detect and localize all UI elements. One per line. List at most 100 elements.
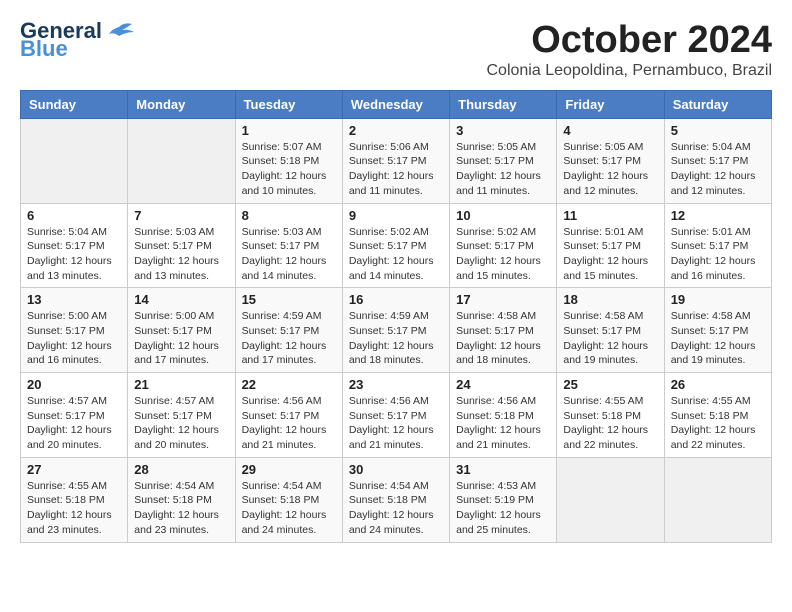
day-number: 22 [242,377,336,392]
calendar-cell: 18Sunrise: 4:58 AM Sunset: 5:17 PM Dayli… [557,288,664,373]
day-info: Sunrise: 4:59 AM Sunset: 5:17 PM Dayligh… [242,309,336,368]
calendar-week-row: 27 Sunrise: 4:55 AM Sunset: 5:18 PM Dayli… [21,457,772,542]
day-info: Sunrise: 5:02 AM Sunset: 5:17 PM Dayligh… [456,225,550,284]
day-number: 20 [27,377,121,392]
day-number: 8 [242,208,336,223]
calendar-cell: 25Sunrise: 4:55 AM Sunset: 5:18 PM Dayli… [557,373,664,458]
day-number: 10 [456,208,550,223]
calendar-cell [21,118,128,203]
day-info: Sunrise: 4:54 AM Sunset: 5:18 PM Dayligh… [134,479,228,538]
calendar-cell: 6 Sunrise: 5:04 AM Sunset: 5:17 PM Daylig… [21,203,128,288]
day-info: Sunrise: 5:00 AM Sunset: 5:17 PM Dayligh… [134,309,228,368]
day-number: 1 [242,123,336,138]
day-number: 23 [349,377,443,392]
day-number: 4 [563,123,657,138]
day-info: Sunrise: 5:02 AM Sunset: 5:17 PM Dayligh… [349,225,443,284]
header-tuesday: Tuesday [235,90,342,118]
day-number: 17 [456,292,550,307]
day-number: 24 [456,377,550,392]
calendar-cell [128,118,235,203]
header-monday: Monday [128,90,235,118]
calendar-cell: 21 Sunrise: 4:57 AM Sunset: 5:17 PM Dayli… [128,373,235,458]
day-info: Sunrise: 4:56 AM Sunset: 5:18 PM Dayligh… [456,394,550,453]
day-info: Sunrise: 4:56 AM Sunset: 5:17 PM Dayligh… [349,394,443,453]
calendar-cell: 3 Sunrise: 5:05 AM Sunset: 5:17 PM Daylig… [450,118,557,203]
calendar-header-row: Sunday Monday Tuesday Wednesday Thursday… [21,90,772,118]
day-number: 25 [563,377,657,392]
calendar-cell: 20 Sunrise: 4:57 AM Sunset: 5:17 PM Dayli… [21,373,128,458]
day-number: 5 [671,123,765,138]
day-number: 21 [134,377,228,392]
calendar-cell: 1 Sunrise: 5:07 AM Sunset: 5:18 PM Daylig… [235,118,342,203]
day-info: Sunrise: 5:04 AM Sunset: 5:17 PM Dayligh… [27,225,121,284]
calendar-cell: 8Sunrise: 5:03 AM Sunset: 5:17 PM Daylig… [235,203,342,288]
day-number: 26 [671,377,765,392]
header-wednesday: Wednesday [342,90,449,118]
calendar-cell: 16Sunrise: 4:59 AM Sunset: 5:17 PM Dayli… [342,288,449,373]
logo: General Blue [20,20,134,60]
calendar-cell: 12Sunrise: 5:01 AM Sunset: 5:17 PM Dayli… [664,203,771,288]
calendar-week-row: 1 Sunrise: 5:07 AM Sunset: 5:18 PM Daylig… [21,118,772,203]
day-info: Sunrise: 4:54 AM Sunset: 5:18 PM Dayligh… [349,479,443,538]
day-number: 7 [134,208,228,223]
calendar-cell: 24 Sunrise: 4:56 AM Sunset: 5:18 PM Dayli… [450,373,557,458]
day-number: 11 [563,208,657,223]
day-info: Sunrise: 4:57 AM Sunset: 5:17 PM Dayligh… [27,394,121,453]
location-subtitle: Colonia Leopoldina, Pernambuco, Brazil [486,62,772,80]
day-number: 29 [242,462,336,477]
day-info: Sunrise: 5:05 AM Sunset: 5:17 PM Dayligh… [456,140,550,199]
calendar-cell: 4 Sunrise: 5:05 AM Sunset: 5:17 PM Daylig… [557,118,664,203]
calendar-week-row: 13 Sunrise: 5:00 AM Sunset: 5:17 PM Dayli… [21,288,772,373]
logo-text-blue: Blue [20,38,68,60]
title-section: October 2024 Colonia Leopoldina, Pernamb… [486,20,772,80]
day-info: Sunrise: 4:57 AM Sunset: 5:17 PM Dayligh… [134,394,228,453]
day-number: 13 [27,292,121,307]
header-thursday: Thursday [450,90,557,118]
calendar-cell: 10 Sunrise: 5:02 AM Sunset: 5:17 PM Dayli… [450,203,557,288]
logo-bird-icon [104,22,134,40]
day-number: 2 [349,123,443,138]
calendar-cell: 14 Sunrise: 5:00 AM Sunset: 5:17 PM Dayli… [128,288,235,373]
calendar-cell: 9Sunrise: 5:02 AM Sunset: 5:17 PM Daylig… [342,203,449,288]
day-number: 30 [349,462,443,477]
calendar-cell: 28 Sunrise: 4:54 AM Sunset: 5:18 PM Dayli… [128,457,235,542]
calendar-cell: 29Sunrise: 4:54 AM Sunset: 5:18 PM Dayli… [235,457,342,542]
day-number: 6 [27,208,121,223]
day-info: Sunrise: 5:04 AM Sunset: 5:17 PM Dayligh… [671,140,765,199]
day-info: Sunrise: 4:58 AM Sunset: 5:17 PM Dayligh… [671,309,765,368]
calendar-cell: 22Sunrise: 4:56 AM Sunset: 5:17 PM Dayli… [235,373,342,458]
day-info: Sunrise: 5:01 AM Sunset: 5:17 PM Dayligh… [563,225,657,284]
calendar-cell: 2 Sunrise: 5:06 AM Sunset: 5:17 PM Daylig… [342,118,449,203]
calendar-cell: 19Sunrise: 4:58 AM Sunset: 5:17 PM Dayli… [664,288,771,373]
calendar-cell: 5 Sunrise: 5:04 AM Sunset: 5:17 PM Daylig… [664,118,771,203]
calendar-cell: 26 Sunrise: 4:55 AM Sunset: 5:18 PM Dayli… [664,373,771,458]
calendar-cell: 15 Sunrise: 4:59 AM Sunset: 5:17 PM Dayli… [235,288,342,373]
day-info: Sunrise: 4:55 AM Sunset: 5:18 PM Dayligh… [671,394,765,453]
day-info: Sunrise: 4:55 AM Sunset: 5:18 PM Dayligh… [27,479,121,538]
day-info: Sunrise: 5:06 AM Sunset: 5:17 PM Dayligh… [349,140,443,199]
calendar-cell: 27 Sunrise: 4:55 AM Sunset: 5:18 PM Dayli… [21,457,128,542]
day-info: Sunrise: 5:07 AM Sunset: 5:18 PM Dayligh… [242,140,336,199]
calendar-cell: 13 Sunrise: 5:00 AM Sunset: 5:17 PM Dayli… [21,288,128,373]
day-info: Sunrise: 5:05 AM Sunset: 5:17 PM Dayligh… [563,140,657,199]
day-info: Sunrise: 4:58 AM Sunset: 5:17 PM Dayligh… [563,309,657,368]
calendar-cell [557,457,664,542]
day-number: 14 [134,292,228,307]
day-number: 15 [242,292,336,307]
day-number: 28 [134,462,228,477]
calendar-cell: 11 Sunrise: 5:01 AM Sunset: 5:17 PM Dayli… [557,203,664,288]
header-saturday: Saturday [664,90,771,118]
day-info: Sunrise: 4:53 AM Sunset: 5:19 PM Dayligh… [456,479,550,538]
page-header: General Blue October 2024 Colonia Leopol… [20,20,772,80]
calendar-table: Sunday Monday Tuesday Wednesday Thursday… [20,90,772,543]
calendar-cell: 17Sunrise: 4:58 AM Sunset: 5:17 PM Dayli… [450,288,557,373]
day-info: Sunrise: 5:00 AM Sunset: 5:17 PM Dayligh… [27,309,121,368]
day-number: 16 [349,292,443,307]
calendar-cell: 31Sunrise: 4:53 AM Sunset: 5:19 PM Dayli… [450,457,557,542]
day-number: 3 [456,123,550,138]
day-info: Sunrise: 5:01 AM Sunset: 5:17 PM Dayligh… [671,225,765,284]
calendar-cell: 7Sunrise: 5:03 AM Sunset: 5:17 PM Daylig… [128,203,235,288]
day-number: 27 [27,462,121,477]
calendar-cell: 30 Sunrise: 4:54 AM Sunset: 5:18 PM Dayli… [342,457,449,542]
calendar-cell [664,457,771,542]
